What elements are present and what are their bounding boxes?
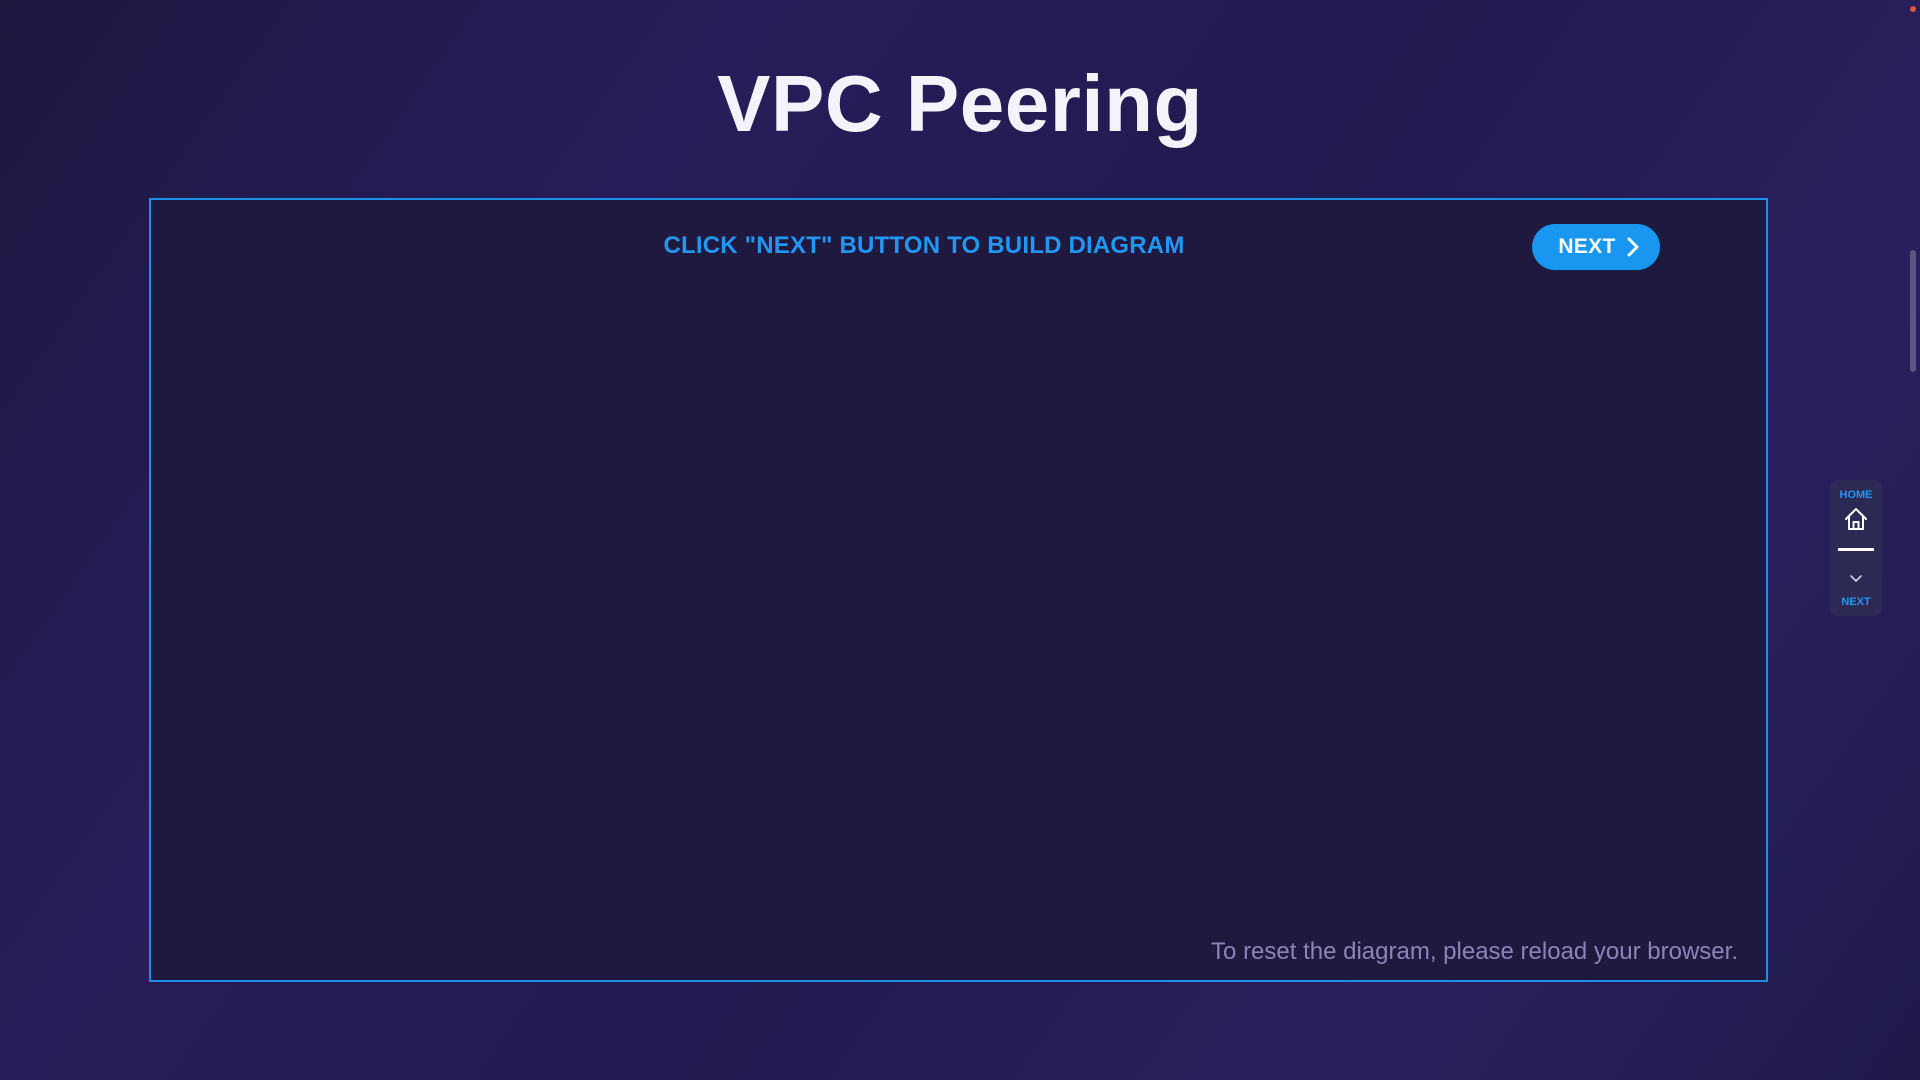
next-button[interactable]: NEXT bbox=[1532, 224, 1660, 270]
home-icon[interactable] bbox=[1843, 506, 1869, 532]
chevron-right-icon bbox=[1627, 237, 1639, 257]
reset-note: To reset the diagram, please reload your… bbox=[1211, 938, 1738, 965]
scrollbar-thumb[interactable] bbox=[1910, 250, 1916, 372]
side-navigation: HOME NEXT bbox=[1830, 480, 1882, 616]
diagram-canvas bbox=[149, 198, 1768, 982]
next-button-label: NEXT bbox=[1558, 235, 1616, 258]
chevron-down-icon[interactable] bbox=[1848, 574, 1864, 584]
side-nav-divider bbox=[1838, 548, 1874, 551]
diagram-instruction: CLICK "NEXT" BUTTON TO BUILD DIAGRAM bbox=[663, 232, 1185, 259]
side-next-label[interactable]: NEXT bbox=[1830, 596, 1882, 608]
status-dot bbox=[1910, 6, 1916, 12]
page-title: VPC Peering bbox=[717, 59, 1203, 148]
side-home-label[interactable]: HOME bbox=[1830, 489, 1882, 501]
